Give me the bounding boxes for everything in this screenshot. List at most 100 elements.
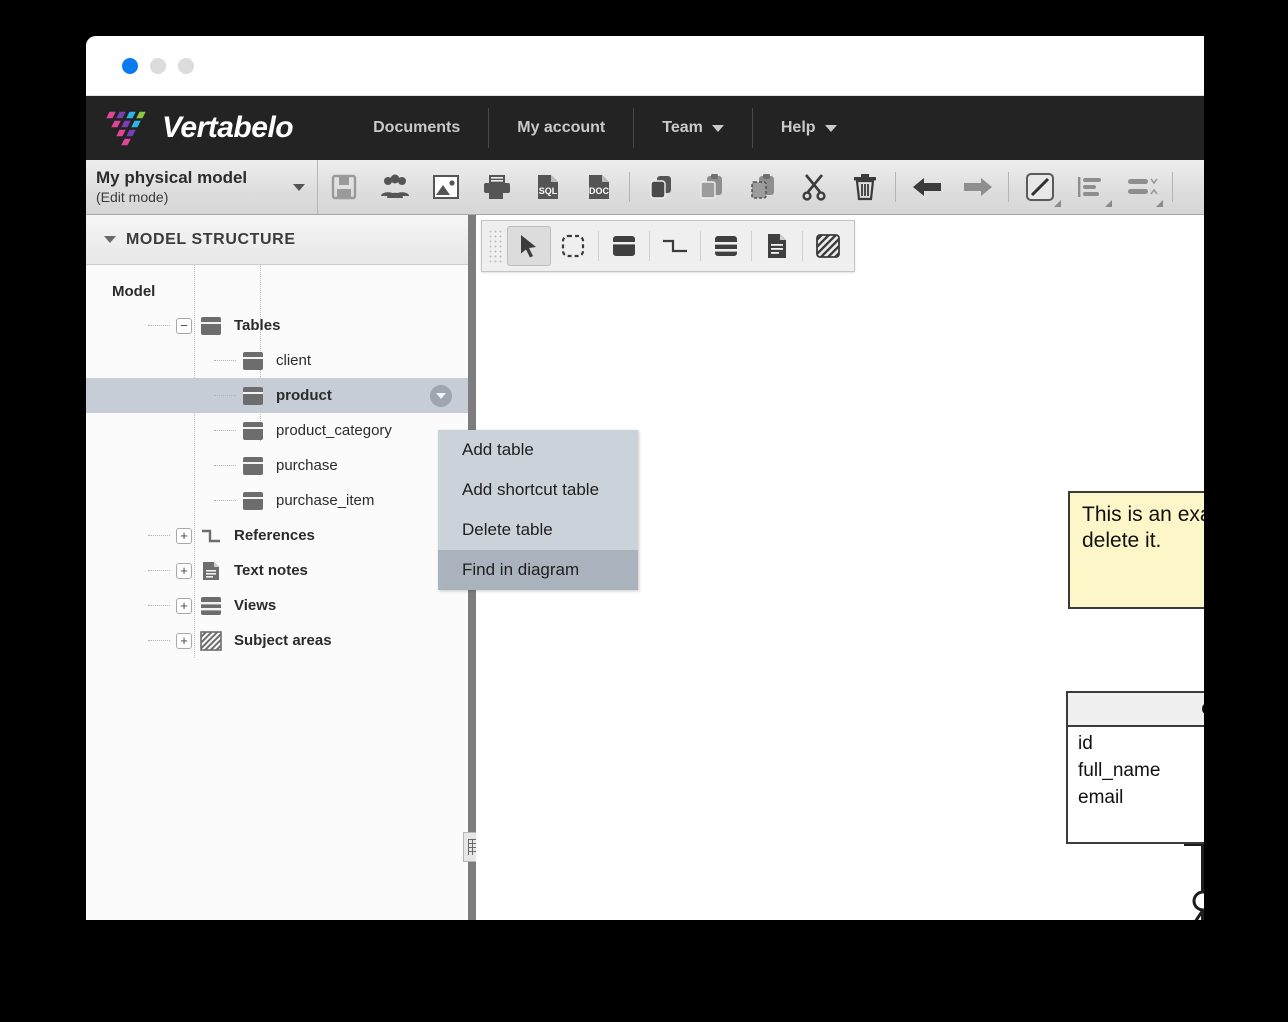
tree-item-label: Subject areas: [234, 632, 332, 649]
chevron-down-icon: [293, 183, 305, 191]
expander-expand-icon[interactable]: +: [176, 632, 192, 649]
model-structure-panel: MODEL STRUCTURE Model − Tables client pr…: [86, 215, 468, 920]
print-button[interactable]: [471, 160, 522, 215]
cut-scissors-icon: [801, 174, 826, 201]
panel-title: MODEL STRUCTURE: [126, 230, 296, 248]
line-style-button[interactable]: [1014, 160, 1065, 215]
model-structure-header[interactable]: MODEL STRUCTURE: [86, 215, 468, 265]
main-navigation: Documents My account Team Help: [345, 108, 864, 148]
nav-item-team[interactable]: Team: [633, 108, 752, 148]
tree-item-views[interactable]: + Views: [86, 588, 468, 623]
browser-window: Vertabelo Documents My account Team Help…: [86, 36, 1204, 920]
marquee-select-tool[interactable]: [551, 226, 595, 266]
tree-connector: [148, 605, 170, 606]
window-right-clip: [1204, 0, 1288, 1022]
expander-collapse-icon[interactable]: −: [176, 317, 192, 334]
tree-item-menu-button[interactable]: [430, 384, 452, 407]
svg-text:SQL: SQL: [538, 186, 557, 196]
context-menu-item-add-table[interactable]: Add table: [438, 430, 638, 470]
table-icon: [613, 236, 635, 256]
brand-logo[interactable]: Vertabelo: [100, 103, 294, 153]
er-table-client[interactable]: client id int PK full_name varchar(255) …: [1066, 691, 1204, 844]
window-minimize-dot[interactable]: [150, 57, 166, 74]
tree-item-label: client: [276, 352, 312, 369]
context-menu-label: Find in diagram: [462, 560, 580, 579]
model-selector-dropdown[interactable]: My physical model (Edit mode): [86, 160, 318, 214]
nav-item-documents[interactable]: Documents: [345, 108, 488, 148]
er-column-row[interactable]: email varchar(255): [1068, 787, 1204, 814]
align-left-icon: [1077, 177, 1101, 197]
er-column-row[interactable]: full_name varchar(255): [1068, 760, 1204, 787]
share-button[interactable]: [369, 160, 420, 215]
add-text-note-tool[interactable]: [755, 226, 799, 266]
context-menu-item-add-shortcut-table[interactable]: Add shortcut table: [438, 470, 638, 510]
nav-item-help[interactable]: Help: [751, 108, 865, 148]
export-image-button[interactable]: [420, 160, 471, 215]
tree-item-label: Tables: [234, 317, 281, 334]
column-name: full_name: [1078, 760, 1161, 781]
paste-icon: [699, 174, 722, 199]
tree-item-product[interactable]: product: [86, 378, 468, 413]
tree-item-purchase-item[interactable]: purchase_item: [86, 483, 468, 518]
work-area: MODEL STRUCTURE Model − Tables client pr…: [86, 215, 1204, 920]
export-doc-icon: DOC: [588, 175, 610, 199]
context-menu-item-delete-table[interactable]: Delete table: [438, 510, 638, 550]
toolbar-drag-grip[interactable]: [488, 229, 502, 263]
paste-special-button[interactable]: [737, 160, 788, 215]
expander-expand-icon[interactable]: +: [176, 562, 192, 579]
tree-root-label: Model: [112, 283, 156, 300]
table-context-menu: Add table Add shortcut table Delete tabl…: [438, 430, 638, 590]
distribute-icon: [1127, 178, 1158, 195]
redo-button[interactable]: [952, 160, 1003, 215]
tree-item-client[interactable]: client: [86, 343, 468, 378]
note-line-1: This is an example database model. You c…: [1082, 503, 1204, 526]
context-menu-item-find-in-diagram[interactable]: Find in diagram: [438, 550, 638, 590]
undo-button[interactable]: [901, 160, 952, 215]
tree-item-tables[interactable]: − Tables: [86, 308, 468, 343]
tree-item-product-category[interactable]: product_category: [86, 413, 468, 448]
cut-button[interactable]: [788, 160, 839, 215]
copy-button[interactable]: [635, 160, 686, 215]
export-image-icon: [432, 175, 459, 199]
nav-label: My account: [517, 119, 606, 136]
paste-special-icon: [750, 174, 774, 199]
print-icon: [483, 175, 510, 199]
er-column-row[interactable]: id int PK: [1068, 733, 1204, 760]
window-maximize-dot[interactable]: [178, 57, 194, 74]
paste-button[interactable]: [686, 160, 737, 215]
add-subject-area-tool[interactable]: [806, 226, 850, 266]
export-sql-icon: SQL: [537, 175, 558, 199]
table-icon: [242, 386, 264, 406]
collapse-triangle-icon: [104, 236, 116, 243]
distribute-button[interactable]: [1116, 160, 1167, 215]
nav-item-my-account[interactable]: My account: [488, 108, 633, 148]
tree-connector: [214, 360, 236, 361]
column-name: email: [1078, 787, 1124, 808]
dropdown-corner-icon: [1054, 199, 1061, 207]
add-table-tool[interactable]: [602, 226, 646, 266]
delete-button[interactable]: [839, 160, 890, 215]
tree-item-subject-areas[interactable]: + Subject areas: [86, 623, 468, 658]
export-doc-button[interactable]: DOC: [573, 160, 624, 215]
vertabelo-diamond-logo-icon: [103, 110, 149, 147]
expander-expand-icon[interactable]: +: [176, 527, 192, 544]
expander-expand-icon[interactable]: +: [176, 597, 192, 614]
select-tool[interactable]: [507, 226, 551, 266]
reference-icon: [663, 239, 687, 253]
tree-item-references[interactable]: + References: [86, 518, 468, 553]
save-button[interactable]: [318, 160, 369, 215]
tree-connector: [148, 325, 170, 326]
add-reference-tool[interactable]: [653, 226, 697, 266]
window-bottom-clip: [0, 920, 1288, 1022]
window-close-dot[interactable]: [122, 57, 138, 74]
svg-text:DOC: DOC: [589, 186, 610, 196]
tree-item-label: References: [234, 527, 315, 544]
add-view-tool[interactable]: [704, 226, 748, 266]
tree-connector: [214, 430, 236, 431]
align-button[interactable]: [1065, 160, 1116, 215]
tree-item-purchase[interactable]: purchase: [86, 448, 468, 483]
export-sql-button[interactable]: SQL: [522, 160, 573, 215]
tree-item-text-notes[interactable]: + Text notes: [86, 553, 468, 588]
diagram-text-note[interactable]: This is an example database model. You c…: [1068, 491, 1204, 609]
delete-trash-icon: [853, 174, 876, 201]
